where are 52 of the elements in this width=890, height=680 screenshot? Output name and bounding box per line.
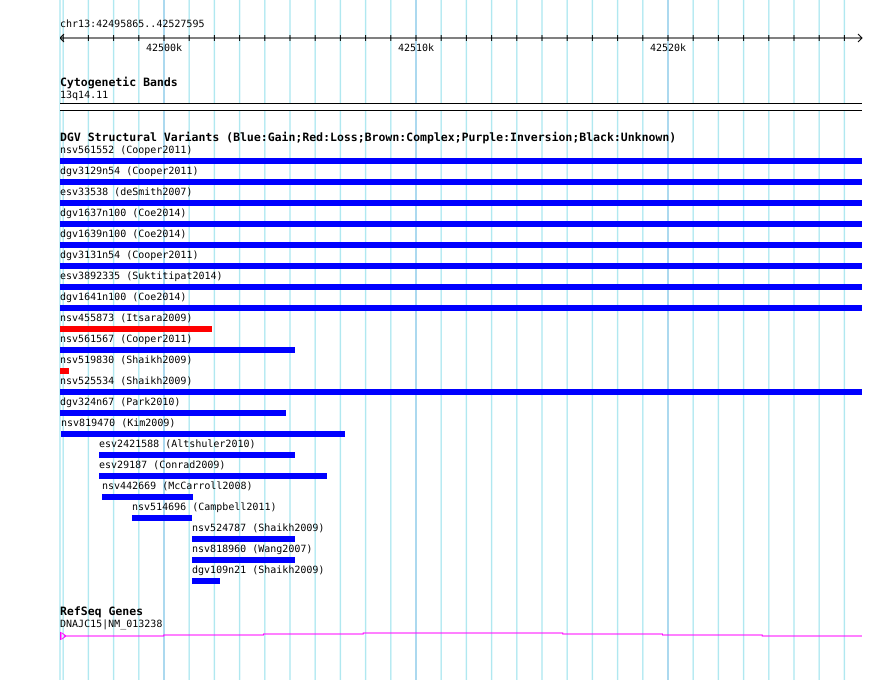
gene-label: DNAJC15|NM_013238: [60, 619, 162, 630]
variant-bar[interactable]: [60, 347, 295, 353]
variant-bar[interactable]: [60, 410, 286, 416]
ruler-tick-label: 42510k: [398, 43, 434, 55]
variant-bar[interactable]: [60, 179, 862, 185]
variant-label: nsv514696 (Campbell2011): [132, 502, 276, 513]
variant-bar[interactable]: [102, 494, 193, 500]
variant-label: nsv525534 (Shaikh2009): [60, 376, 192, 387]
variant-label: nsv561567 (Cooper2011): [60, 334, 192, 345]
variant-bar[interactable]: [60, 221, 862, 227]
track-title: Cytogenetic Bands: [60, 76, 178, 89]
variant-bar[interactable]: [99, 452, 295, 458]
variant-label: nsv442669 (McCarroll2008): [102, 481, 253, 492]
variant-bar[interactable]: [60, 158, 862, 164]
variant-label: nsv561552 (Cooper2011): [60, 145, 192, 156]
variant-bar[interactable]: [60, 326, 212, 332]
variant-label: dgv1639n100 (Coe2014): [60, 229, 186, 240]
variant-bar[interactable]: [60, 263, 862, 269]
ruler-tick-label: 42500k: [146, 43, 182, 55]
track-title: DGV Structural Variants (Blue:Gain;Red:Loss;Brown:Complex;Purple:Inversion;Black:Unknown): [60, 131, 676, 144]
variant-bar[interactable]: [60, 284, 862, 290]
band-label: 13q14.11: [60, 90, 108, 101]
variant-label: dgv1641n100 (Coe2014): [60, 292, 186, 303]
variant-label: dgv3129n54 (Cooper2011): [60, 166, 198, 177]
variant-bar[interactable]: [192, 578, 220, 584]
cytoband[interactable]: [60, 103, 862, 111]
variant-bar[interactable]: [61, 431, 345, 437]
variant-bar[interactable]: [60, 305, 862, 311]
variant-label: nsv819470 (Kim2009): [61, 418, 176, 429]
location-label: chr13:42495865..42527595: [60, 19, 204, 31]
variant-label: nsv519830 (Shaikh2009): [60, 355, 192, 366]
variant-label: dgv109n21 (Shaikh2009): [192, 565, 324, 576]
variant-bar[interactable]: [60, 368, 69, 374]
track-title: RefSeq Genes: [60, 605, 144, 618]
variant-bar[interactable]: [99, 473, 327, 479]
variant-bar[interactable]: [60, 242, 862, 248]
variant-label: nsv455873 (Itsara2009): [60, 313, 192, 324]
variant-label: dgv3131n54 (Cooper2011): [60, 250, 198, 261]
variant-label: dgv324n67 (Park2010): [60, 397, 180, 408]
variant-label: esv33538 (deSmith2007): [60, 187, 192, 198]
variant-label: esv29187 (Conrad2009): [99, 460, 226, 471]
variant-label: esv3892335 (Suktitipat2014): [60, 271, 223, 282]
ruler-tick-label: 42520k: [650, 43, 686, 55]
variant-bar[interactable]: [192, 536, 295, 542]
variant-label: esv2421588 (Altshuler2010): [99, 439, 256, 450]
variant-bar[interactable]: [192, 557, 295, 563]
variant-label: nsv524787 (Shaikh2009): [192, 523, 324, 534]
variant-label: dgv1637n100 (Coe2014): [60, 208, 186, 219]
variant-label: nsv818960 (Wang2007): [192, 544, 312, 555]
variant-bar[interactable]: [132, 515, 192, 521]
variant-bar[interactable]: [60, 389, 862, 395]
variant-bar[interactable]: [60, 200, 862, 206]
